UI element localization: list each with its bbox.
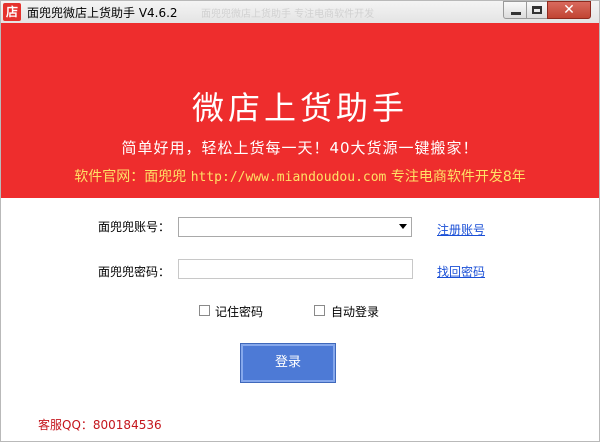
auto-login-checkbox[interactable] — [314, 305, 325, 316]
header-banner: 微店上货助手 简单好用，轻松上货每一天！40大货源一键搬家！ 软件官网：面兜兜 … — [1, 23, 599, 198]
password-field[interactable] — [178, 259, 413, 279]
customer-service-qq: 客服QQ：800184536 — [38, 418, 162, 432]
site-url: http://www.miandoudou.com — [190, 170, 387, 185]
remember-password-checkbox[interactable] — [199, 305, 210, 316]
minimize-icon — [511, 12, 521, 15]
banner-title: 微店上货助手 — [191, 89, 408, 127]
banner-website: 软件官网：面兜兜 http://www.miandoudou.com 专注电商软… — [1, 166, 599, 186]
login-button[interactable]: 登录 — [240, 343, 336, 383]
title-bar[interactable]: 店 面兜兜微店上货助手 V4.6.2 面兜兜微店上货助手 专注电商软件开发 ✕ — [1, 1, 599, 23]
close-button[interactable]: ✕ — [547, 1, 591, 19]
banner-slogan: 简单好用，轻松上货每一天！40大货源一键搬家！ — [121, 139, 479, 157]
site-suffix: 专注电商软件开发8年 — [386, 169, 526, 185]
maximize-button[interactable] — [526, 1, 548, 19]
site-prefix: 软件官网：面兜兜 — [74, 169, 191, 185]
maximize-icon — [532, 6, 542, 14]
register-account-link[interactable]: 注册账号 — [437, 221, 485, 238]
dropdown-arrow-icon[interactable] — [399, 224, 407, 229]
account-label: 面兜兜账号： — [98, 220, 171, 234]
app-window: 店 面兜兜微店上货助手 V4.6.2 面兜兜微店上货助手 专注电商软件开发 ✕ … — [0, 0, 600, 442]
recover-password-link[interactable]: 找回密码 — [437, 263, 485, 280]
auto-login-label[interactable]: 自动登录 — [331, 303, 379, 320]
app-store-icon: 店 — [3, 3, 21, 21]
account-combobox[interactable] — [178, 217, 412, 237]
minimize-button[interactable] — [503, 1, 527, 19]
remember-password-label[interactable]: 记住密码 — [215, 303, 263, 320]
password-label: 面兜兜密码： — [98, 265, 171, 279]
window-title: 面兜兜微店上货助手 V4.6.2 — [27, 6, 178, 20]
close-icon: ✕ — [563, 2, 575, 18]
title-marquee: 面兜兜微店上货助手 专注电商软件开发 — [201, 9, 375, 20]
